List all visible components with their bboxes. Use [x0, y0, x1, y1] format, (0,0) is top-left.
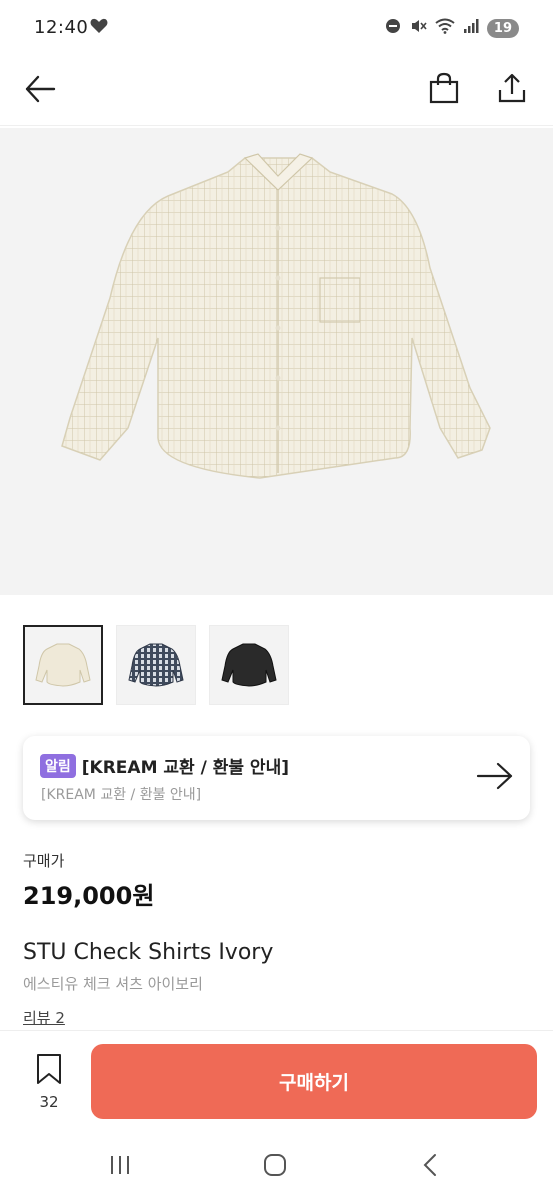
mute-icon [409, 17, 427, 39]
recent-apps-button[interactable] [100, 1150, 140, 1180]
price-label: 구매가 [23, 852, 65, 870]
thumbnail-navy[interactable] [116, 625, 196, 705]
arrow-left-icon [25, 75, 56, 103]
wifi-icon [435, 18, 455, 38]
system-navigation-bar [0, 1130, 553, 1200]
home-button[interactable] [255, 1150, 295, 1180]
shirt-black-thumbnail [221, 643, 277, 687]
dnd-icon [385, 18, 401, 38]
review-link[interactable]: 리뷰 2 [23, 1007, 65, 1028]
share-icon [498, 73, 526, 103]
status-bar: 12:40 19 [0, 0, 553, 56]
shopping-bag-icon [429, 72, 459, 104]
system-back-button[interactable] [410, 1150, 450, 1180]
back-button[interactable] [22, 71, 58, 107]
shirt-image [61, 153, 491, 479]
status-time: 12:40 [34, 17, 89, 38]
product-name: STU Check Shirts Ivory [23, 940, 274, 965]
app-header [0, 56, 553, 126]
heart-icon [90, 18, 108, 38]
bookmark-icon [37, 1054, 61, 1084]
shirt-ivory-thumbnail [35, 643, 91, 687]
thumbnail-black[interactable] [209, 625, 289, 705]
thumbnail-ivory[interactable] [23, 625, 103, 705]
arrow-right-icon [476, 761, 514, 795]
price-value: 219,000원 [23, 882, 155, 910]
share-button[interactable] [492, 68, 532, 108]
chevron-left-icon [423, 1154, 436, 1176]
shirt-navy-thumbnail [128, 643, 184, 687]
notice-title: [KREAM 교환 / 환불 안내] [81, 758, 289, 778]
recent-apps-icon [111, 1156, 129, 1174]
buy-button[interactable]: 구매하기 [91, 1044, 537, 1119]
bottom-action-bar: 32 구매하기 [0, 1030, 553, 1130]
exchange-refund-notice[interactable]: 알림 [KREAM 교환 / 환불 안내] [KREAM 교환 / 환불 안내] [23, 736, 530, 820]
home-icon [264, 1154, 286, 1176]
thumbnail-strip [23, 625, 289, 705]
signal-icon [463, 18, 479, 38]
status-icons: 19 [385, 17, 519, 39]
shopping-bag-button[interactable] [424, 68, 464, 108]
battery-badge: 19 [486, 18, 519, 38]
notice-subtitle: [KREAM 교환 / 환불 안내] [41, 787, 202, 803]
notice-badge: 알림 [40, 753, 76, 778]
wishlist-button[interactable]: 32 [26, 1053, 72, 1111]
notice-title-row: 알림 [KREAM 교환 / 환불 안내] [40, 753, 289, 778]
wishlist-count: 32 [39, 1093, 59, 1111]
product-name-korean: 에스티유 체크 셔츠 아이보리 [23, 975, 203, 993]
product-image[interactable] [0, 128, 553, 595]
